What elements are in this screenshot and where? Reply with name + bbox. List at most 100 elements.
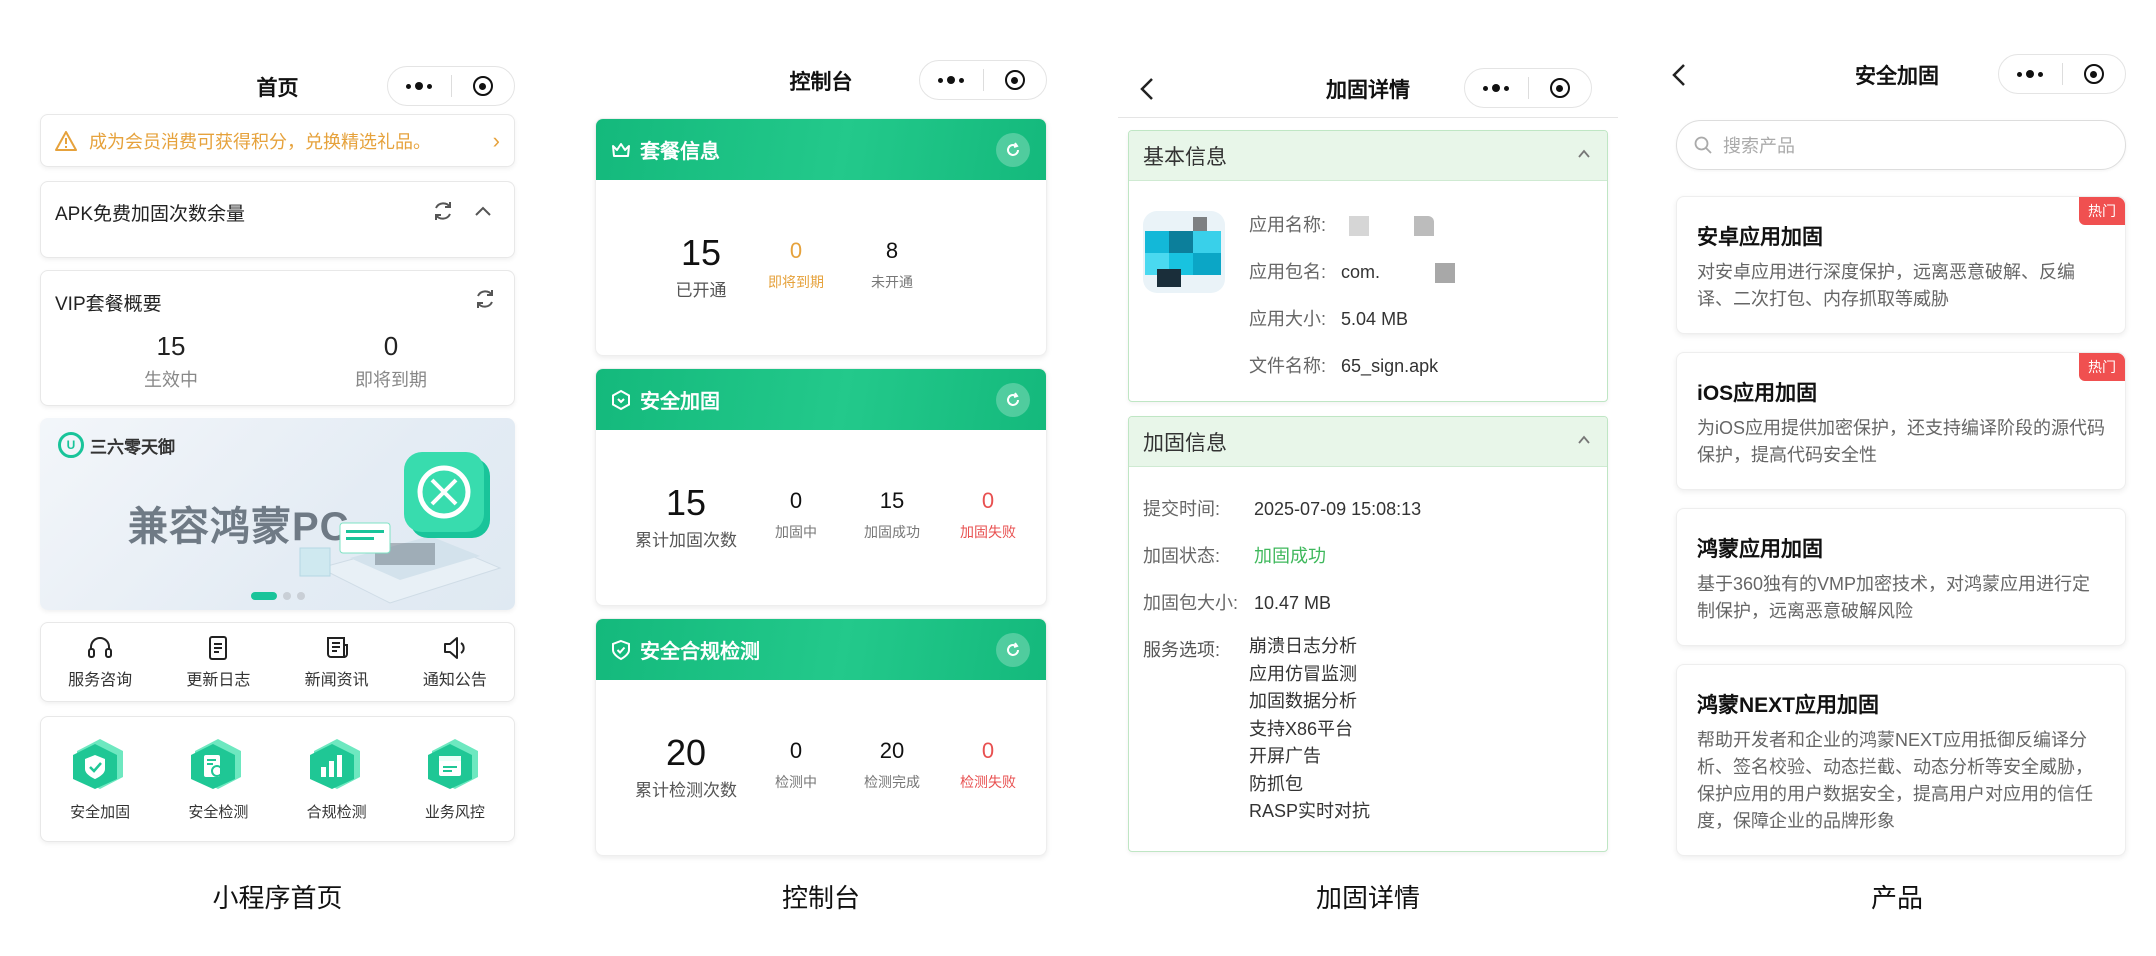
refresh-button[interactable]: [996, 133, 1030, 167]
product-card-harmony[interactable]: 鸿蒙应用加固 基于360独有的VMP加密技术，对鸿蒙应用进行定制保护，远离恶意破…: [1676, 508, 2126, 646]
submit-time-row: 提交时间: 2025-07-09 15:08:13: [1143, 499, 1422, 519]
hardening-total-stat: 15 累计加固次数: [635, 482, 737, 550]
product-title: 安卓应用加固: [1697, 226, 1823, 249]
console-screen: 控制台 套餐信息 15 已开通 0 即将到期 8 未开通 安全加固 15 累计加…: [595, 0, 1047, 956]
banner-pagination: [40, 592, 515, 600]
refresh-icon[interactable]: [431, 199, 455, 223]
quick-link-announcement[interactable]: 通知公告: [396, 623, 514, 701]
service-compliance[interactable]: 合规检测: [278, 717, 396, 841]
close-miniapp-icon[interactable]: [2062, 64, 2125, 84]
apk-quota-card: APK免费加固次数余量: [40, 181, 515, 258]
chevron-left-icon: [1672, 64, 1685, 86]
quick-link-news[interactable]: 新闻资讯: [278, 623, 396, 701]
chevron-right-icon: ›: [492, 127, 500, 153]
apk-quota-title: APK免费加固次数余量: [55, 204, 246, 225]
service-options-list: 崩溃日志分析 应用仿冒监测 加固数据分析 支持X86平台 开屏广告 防抓包 RA…: [1249, 633, 1370, 826]
headset-icon: [88, 636, 113, 658]
hardening-success-stat: 15 加固成功: [864, 488, 920, 540]
compliance-total-stat: 20 累计检测次数: [635, 732, 737, 800]
hardening-failed-stat: 0 加固失败: [960, 488, 1016, 540]
hardening-header: 安全加固: [596, 369, 1046, 430]
close-miniapp-icon[interactable]: [983, 70, 1046, 90]
refresh-icon[interactable]: [473, 287, 497, 311]
service-risk-control[interactable]: 业务风控: [396, 717, 514, 841]
service-option: 支持X86平台: [1249, 718, 1354, 739]
navbar-divider: [1118, 117, 1618, 118]
product-description: 帮助开发者和企业的鸿蒙NEXT应用抵御反编译分析、签名校验、动态拦截、动态分析等…: [1697, 730, 2093, 831]
document-icon: [209, 635, 228, 660]
search-icon: [1694, 136, 1712, 154]
product-description: 对安卓应用进行深度保护，远离恶意破解、反编译、二次打包、内存抓取等威胁: [1697, 262, 2075, 309]
promo-banner[interactable]: U 三六零天御 兼容鸿蒙PC: [40, 418, 515, 610]
hexagon-shield-icon: [612, 389, 630, 410]
doc-scan-icon: [191, 738, 242, 789]
compliance-header: 安全合规检测: [596, 619, 1046, 680]
service-option: 加固数据分析: [1249, 691, 1357, 711]
member-notice-bar[interactable]: 成为会员消费可获得积分，兑换精选礼品。 ›: [40, 114, 515, 167]
miniapp-capsule: [387, 66, 515, 106]
bar-chart-icon: [309, 738, 360, 789]
hardening-card: 安全加固 15 累计加固次数 0 加固中 15 加固成功 0 加固失败: [595, 368, 1047, 606]
products-screen: 安全加固 搜索产品 热门 安卓应用加固 对安卓应用进行深度保护，远离恶意破解、反…: [1668, 0, 2126, 956]
package-name-row: 应用包名: com.: [1249, 258, 1456, 284]
service-hardening[interactable]: 安全加固: [41, 717, 159, 841]
product-card-android[interactable]: 热门 安卓应用加固 对安卓应用进行深度保护，远离恶意破解、反编译、二次打包、内存…: [1676, 196, 2126, 334]
back-button[interactable]: [1132, 74, 1162, 104]
close-miniapp-icon[interactable]: [1528, 78, 1591, 98]
hot-badge: 热门: [2079, 353, 2125, 381]
quick-link-changelog[interactable]: 更新日志: [159, 623, 277, 701]
more-icon[interactable]: [1465, 84, 1528, 92]
hardening-inprogress-stat: 0 加固中: [775, 488, 817, 540]
more-icon[interactable]: [388, 82, 451, 90]
hardening-detail-screen: 加固详情 基本信息 应用名称: 应用包名: com. 应用大小: 5.04 MB…: [1118, 0, 1618, 956]
service-option: 防抓包: [1249, 773, 1303, 794]
hardening-info-header[interactable]: 加固信息: [1129, 417, 1607, 467]
search-placeholder: 搜索产品: [1723, 136, 1795, 156]
plan-expiring-stat: 0 即将到期: [768, 238, 824, 290]
compliance-inprogress-stat: 0 检测中: [775, 738, 817, 790]
caption-console: 控制台: [781, 883, 860, 913]
basic-info-header[interactable]: 基本信息: [1129, 131, 1607, 181]
search-input[interactable]: 搜索产品: [1676, 120, 2126, 170]
caption-home: 小程序首页: [212, 883, 343, 913]
hot-badge: 热门: [2079, 197, 2125, 225]
page-title: 控制台: [789, 71, 853, 94]
more-icon[interactable]: [920, 76, 983, 84]
file-name-row: 文件名称: 65_sign.apk: [1249, 356, 1439, 376]
product-card-harmony-next[interactable]: 鸿蒙NEXT应用加固 帮助开发者和企业的鸿蒙NEXT应用抵御反编译分析、签名校验…: [1676, 664, 2126, 856]
service-option: 开屏广告: [1249, 746, 1321, 766]
chevron-left-icon: [1140, 78, 1153, 100]
caption-products: 产品: [1870, 883, 1923, 913]
plan-inactive-stat: 8 未开通: [871, 238, 913, 290]
package-size-row: 加固包大小: 10.47 MB: [1143, 593, 1332, 613]
product-card-ios[interactable]: 热门 iOS应用加固 为iOS应用提供加密保护，还支持编译阶段的源代码保护，提高…: [1676, 352, 2126, 490]
hardening-status-row: 加固状态: 加固成功: [1143, 546, 1327, 566]
brand-logo: U 三六零天御: [58, 432, 175, 458]
refresh-button[interactable]: [996, 383, 1030, 417]
product-title: 鸿蒙NEXT应用加固: [1697, 694, 1880, 717]
shield-check-icon: [73, 738, 124, 789]
speaker-icon: [443, 636, 465, 659]
quick-link-consult[interactable]: 服务咨询: [41, 623, 159, 701]
notice-text: 成为会员消费可获得积分，兑换精选礼品。: [89, 131, 431, 152]
refresh-button[interactable]: [996, 633, 1030, 667]
console-navbar: 控制台: [595, 56, 1047, 106]
compliance-done-stat: 20 检测完成: [864, 738, 920, 790]
redacted-block: [1414, 216, 1435, 237]
page-title: 首页: [256, 77, 299, 100]
crown-icon: [612, 142, 630, 157]
service-grid: 安全加固 安全检测 合规检测 业务风控: [40, 716, 515, 842]
quick-links: 服务咨询 更新日志 新闻资讯 通知公告: [40, 622, 515, 702]
brand-logo-icon: U: [58, 432, 84, 458]
detail-navbar: 加固详情: [1118, 64, 1618, 114]
chevron-up-icon[interactable]: [473, 202, 493, 222]
service-detection[interactable]: 安全检测: [159, 717, 277, 841]
more-icon[interactable]: [1999, 70, 2062, 78]
home-navbar: 首页: [40, 62, 515, 112]
redacted-block: [1349, 216, 1370, 237]
service-options-label: 服务选项:: [1143, 640, 1221, 660]
product-title: iOS应用加固: [1697, 382, 1818, 405]
back-button[interactable]: [1664, 60, 1694, 90]
app-size-row: 应用大小: 5.04 MB: [1249, 309, 1409, 329]
close-miniapp-icon[interactable]: [451, 76, 514, 96]
